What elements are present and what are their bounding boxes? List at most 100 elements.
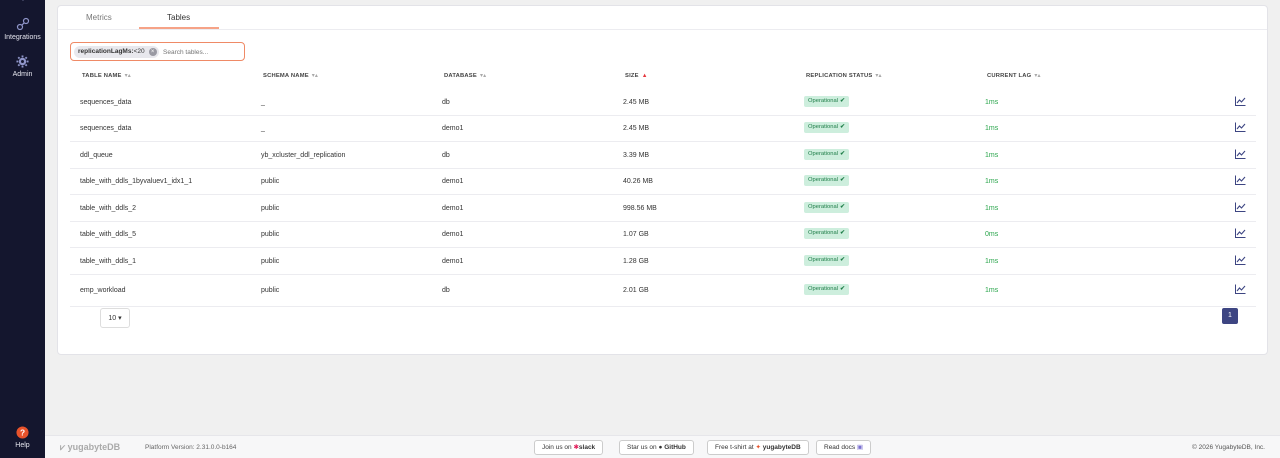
cell-schema-name: _ xyxy=(261,99,265,106)
cell-current-lag: 1ms xyxy=(985,99,999,106)
cell-schema-name: _ xyxy=(261,125,265,132)
cell-table-name: ddl_queue xyxy=(80,152,113,159)
sidebar-item-integrations[interactable]: Integrations xyxy=(0,17,45,41)
cell-table-name: table_with_ddls_2 xyxy=(80,205,137,212)
join-slack-button[interactable]: Join us on ✱slack xyxy=(534,440,604,455)
slack-brand: slack xyxy=(578,444,596,451)
cell-database: demo1 xyxy=(442,125,464,132)
column-header-size[interactable]: SIZE ▲ xyxy=(625,73,648,79)
column-header-schema-name[interactable]: SCHEMA NAME ▾▴ xyxy=(263,73,318,79)
status-badge: Operational ✔ xyxy=(804,175,849,186)
footer: ⩗ yugabyteDB Platform Version: 2.31.0.0-… xyxy=(45,435,1280,458)
yugabyte-mark-icon: ✦ xyxy=(755,444,761,451)
cell-table-name: table_with_ddls_5 xyxy=(80,231,137,238)
search-input[interactable] xyxy=(163,46,241,58)
free-tshirt-button[interactable]: Free t-shirt at ✦ yugabyteDB xyxy=(707,440,809,455)
tab-tables[interactable]: Tables xyxy=(167,13,190,22)
line-chart-icon[interactable] xyxy=(1235,175,1246,185)
tables-card: Metrics Tables replicationLagMs:<20 × TA… xyxy=(57,5,1268,355)
cell-current-lag: 1ms xyxy=(985,152,999,159)
cell-size: 3.39 MB xyxy=(623,152,650,159)
cell-size: 2.45 MB xyxy=(623,99,650,106)
check-icon: ✔ xyxy=(839,286,845,292)
filter-chip[interactable]: replicationLagMs:<20 × xyxy=(74,46,159,58)
column-header-label: SIZE xyxy=(625,73,639,79)
status-badge: Operational ✔ xyxy=(804,284,849,295)
button-label: Star us on xyxy=(627,444,657,451)
main-content: Metrics Tables replicationLagMs:<20 × TA… xyxy=(45,0,1280,458)
status-badge-label: Operational xyxy=(808,204,838,210)
cell-table-name: table_with_ddls_1 xyxy=(80,258,137,265)
book-icon: ▣ xyxy=(856,444,864,451)
cell-size: 1.28 GB xyxy=(623,258,649,265)
cell-database: db xyxy=(442,152,450,159)
table-row[interactable]: table_with_ddls_1byvaluev1_idx1_1 public d… xyxy=(70,169,1256,195)
status-badge-label: Operational xyxy=(808,98,838,104)
column-header-database[interactable]: DATABASE ▾▴ xyxy=(444,73,486,79)
status-badge-label: Operational xyxy=(808,230,838,236)
sidebar-item-top-partial[interactable] xyxy=(0,0,45,2)
line-chart-icon[interactable] xyxy=(1235,122,1246,132)
cell-current-lag: 1ms xyxy=(985,178,999,185)
column-header-table-name[interactable]: TABLE NAME ▾▴ xyxy=(82,73,131,79)
cell-table-name: sequences_data xyxy=(80,99,132,106)
cell-schema-name: public xyxy=(261,258,280,265)
table-row[interactable]: ddl_queue yb_xcluster_ddl_replication db 3.… xyxy=(70,143,1256,169)
sidebar-item-label: Admin xyxy=(12,71,33,78)
yugabyte-logo: ⩗ yugabyteDB xyxy=(60,442,120,453)
github-brand: GitHub xyxy=(664,444,686,451)
cell-schema-name: public xyxy=(261,287,280,294)
table-row[interactable]: table_with_ddls_5 public demo1 1.07 GB Opera… xyxy=(70,222,1256,248)
table-search-box[interactable]: replicationLagMs:<20 × xyxy=(70,42,245,61)
tab-bar: Metrics Tables xyxy=(58,6,1267,30)
check-icon: ✔ xyxy=(839,151,845,157)
close-icon[interactable]: × xyxy=(148,48,157,56)
line-chart-icon[interactable] xyxy=(1235,228,1246,238)
star-github-button[interactable]: Star us on ● GitHub xyxy=(619,440,694,455)
line-chart-icon[interactable] xyxy=(1235,96,1246,106)
sort-ascending-icon: ▲ xyxy=(641,73,648,79)
cell-database: demo1 xyxy=(442,258,464,265)
status-badge-label: Operational xyxy=(808,151,838,157)
cell-current-lag: 1ms xyxy=(985,287,999,294)
column-header-current-lag[interactable]: CURRENT LAG ▾▴ xyxy=(987,73,1041,79)
line-chart-icon[interactable] xyxy=(1235,149,1246,159)
cell-database: db xyxy=(442,99,450,106)
table-row[interactable]: sequences_data _ db 2.45 MB Operational ✔ 1ms xyxy=(70,90,1256,116)
filter-chip-value: <20 xyxy=(133,48,145,55)
cell-database: demo1 xyxy=(442,205,464,212)
sidebar-item-admin[interactable]: Admin xyxy=(0,55,45,78)
partial-icon xyxy=(21,0,24,1)
sidebar: Integrations Admin ? Help xyxy=(0,0,45,458)
pagination-page-1[interactable]: 1 xyxy=(1222,308,1238,324)
sort-icon: ▾▴ xyxy=(311,73,319,79)
line-chart-icon[interactable] xyxy=(1235,255,1246,265)
page-size-select[interactable]: 10 ▾ xyxy=(100,308,130,328)
line-chart-icon[interactable] xyxy=(1235,284,1246,294)
sort-icon: ▾▴ xyxy=(124,73,131,79)
cell-current-lag: 1ms xyxy=(985,258,999,265)
cell-schema-name: public xyxy=(261,231,280,238)
table-row[interactable]: table_with_ddls_2 public demo1 998.56 MB Ope… xyxy=(70,196,1256,222)
read-docs-button[interactable]: Read docs ▣ xyxy=(816,440,872,455)
sidebar-item-help[interactable]: ? Help xyxy=(0,426,45,449)
cell-size: 2.45 MB xyxy=(623,125,650,132)
cell-size: 40.26 MB xyxy=(623,178,653,185)
cell-table-name: sequences_data xyxy=(80,125,132,132)
cell-database: db xyxy=(442,287,450,294)
column-header-replication-status[interactable]: REPLICATION STATUS ▾▴ xyxy=(806,73,882,79)
filter-chip-key: replicationLagMs: xyxy=(78,48,134,55)
check-icon: ✔ xyxy=(839,177,845,183)
table-row[interactable]: table_with_ddls_1 public demo1 1.28 GB Opera… xyxy=(70,249,1256,275)
tab-metrics[interactable]: Metrics xyxy=(86,13,112,22)
table-row[interactable]: emp_workload public db 2.01 GB Operational ✔ 1… xyxy=(70,275,1256,307)
line-chart-icon[interactable] xyxy=(1235,202,1246,212)
svg-text:?: ? xyxy=(20,427,25,437)
column-header-label: CURRENT LAG xyxy=(987,73,1032,79)
cell-database: demo1 xyxy=(442,231,464,238)
column-header-label: DATABASE xyxy=(444,73,477,79)
active-tab-indicator xyxy=(139,27,219,29)
logo-text: yugabyteDB xyxy=(67,442,121,452)
sort-icon: ▾▴ xyxy=(1034,73,1041,79)
table-row[interactable]: sequences_data _ demo1 2.45 MB Operational ✔ 1… xyxy=(70,116,1256,142)
